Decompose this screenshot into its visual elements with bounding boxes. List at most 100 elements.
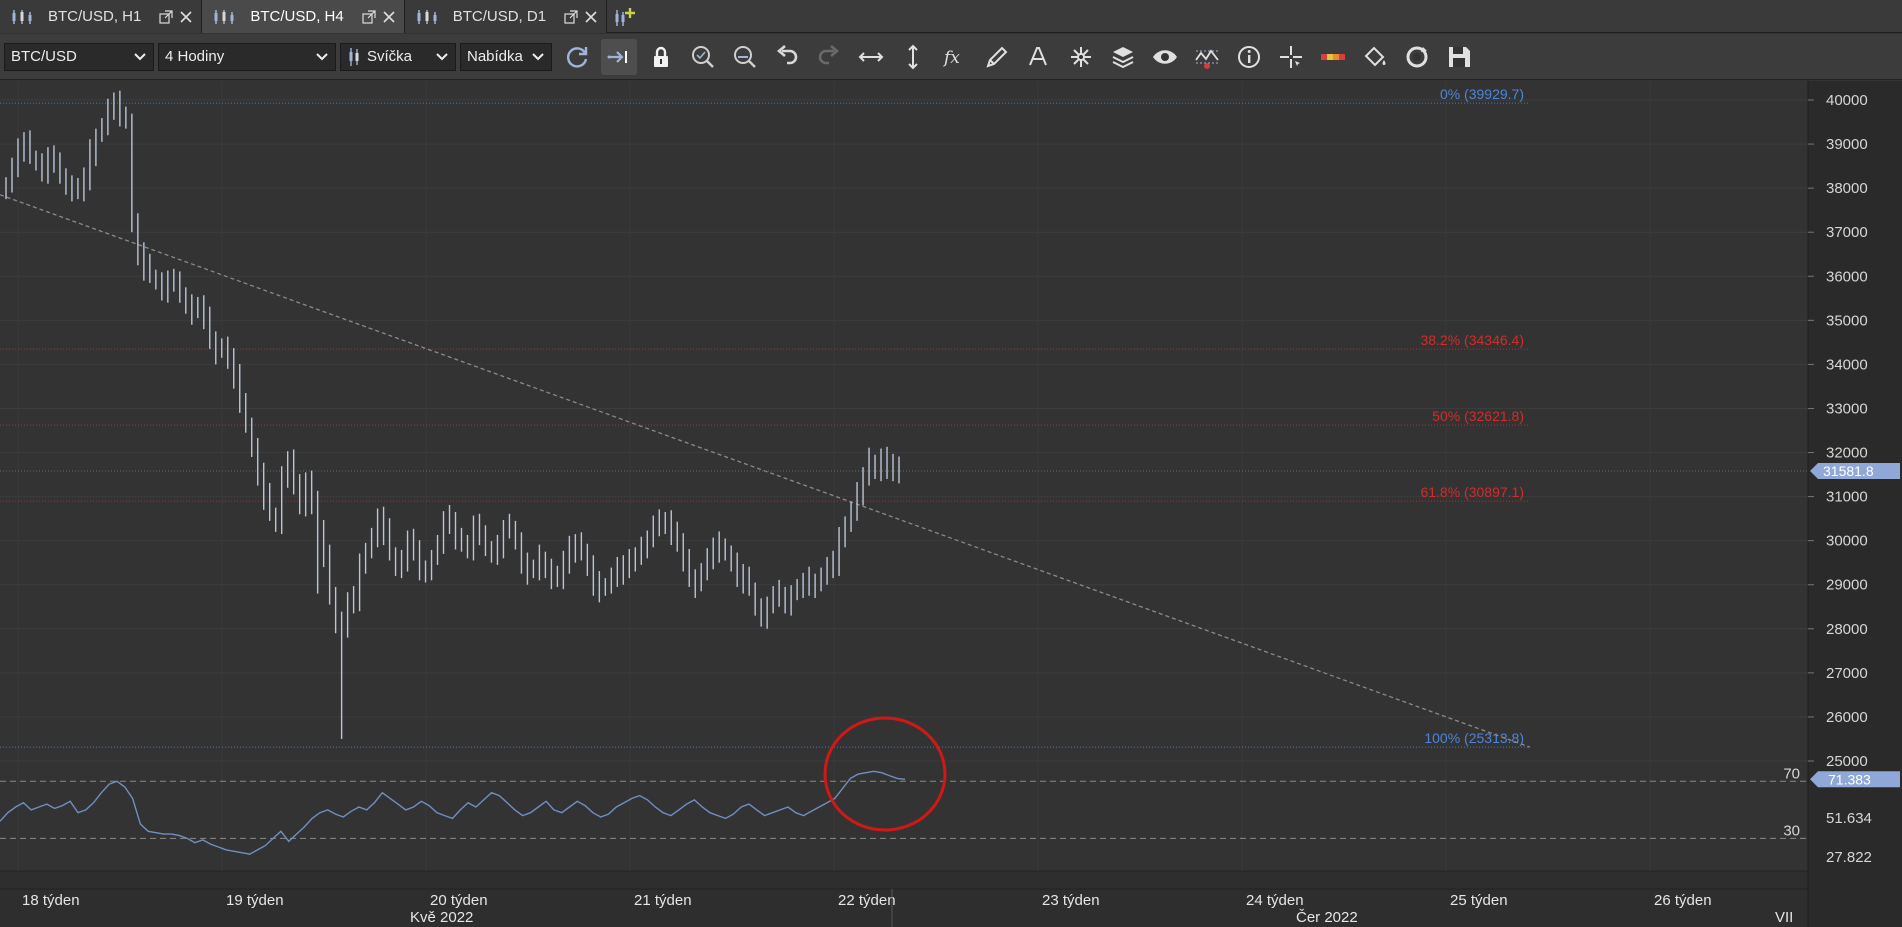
close-icon[interactable] <box>177 8 195 26</box>
price-tick-label: 28000 <box>1826 621 1868 638</box>
symbol-value: BTC/USD <box>11 48 77 65</box>
signals-button[interactable] <box>1189 39 1225 75</box>
auto-scroll-icon <box>607 50 627 63</box>
colors-button[interactable] <box>1315 39 1351 75</box>
refresh-icon <box>566 46 588 68</box>
indicators-fx-icon: fx <box>942 48 960 68</box>
colors-icon <box>1321 53 1345 60</box>
lock-button[interactable] <box>643 39 679 75</box>
detach-icon[interactable] <box>157 8 175 26</box>
vertical-scale-icon <box>908 44 918 69</box>
price-tick-label: 36000 <box>1826 268 1868 285</box>
svg-text:fx: fx <box>942 48 960 68</box>
visibility-eye-icon <box>1153 49 1177 64</box>
new-chart-tab-button[interactable] <box>607 0 641 33</box>
candle-type-icon <box>349 47 359 66</box>
price-tick-label: 37000 <box>1826 224 1868 241</box>
crosshair-icon <box>1280 45 1302 68</box>
price-tick-label: 40000 <box>1826 92 1868 109</box>
tab-label: BTC/USD, D1 <box>452 8 547 25</box>
timeframe-value: 4 Hodiny <box>165 48 225 65</box>
refresh-button[interactable] <box>559 39 595 75</box>
lock-icon <box>654 46 668 67</box>
undo-button[interactable] <box>769 39 805 75</box>
chevron-down-icon <box>436 52 448 60</box>
rsi-tick-label: 27.822 <box>1826 849 1872 866</box>
price-tick-label: 34000 <box>1826 356 1868 373</box>
zoom-out-button[interactable] <box>727 39 763 75</box>
symbol-select[interactable]: BTC/USD <box>4 42 154 71</box>
price-tick-label: 33000 <box>1826 400 1868 417</box>
trading-app: BTC/USD, H1 BTC/USD, H4 BTC/USD, D1 BTC/… <box>0 0 1902 927</box>
layers-icon <box>1112 46 1134 68</box>
objects-button[interactable] <box>1063 39 1099 75</box>
candlestick-icon <box>417 9 437 24</box>
fib-level-label: 61.8% (30897.1) <box>1420 484 1524 500</box>
price-pane <box>0 81 1808 761</box>
close-icon[interactable] <box>582 8 600 26</box>
timeframe-select[interactable]: 4 Hodiny <box>158 42 336 71</box>
price-side-select[interactable]: Nabídka <box>460 42 552 71</box>
close-icon[interactable] <box>380 8 398 26</box>
price-tick-label: 30000 <box>1826 533 1868 550</box>
redo-icon <box>818 44 840 64</box>
reset-button[interactable] <box>1399 39 1435 75</box>
price-side-value: Nabídka <box>467 48 523 65</box>
detach-icon[interactable] <box>360 8 378 26</box>
tab-label: BTC/USD, H4 <box>250 8 344 25</box>
visibility-button[interactable] <box>1147 39 1183 75</box>
reset-icon <box>1406 46 1428 67</box>
chart-tab-bar: BTC/USD, H1 BTC/USD, H4 BTC/USD, D1 <box>0 0 1902 33</box>
fib-level-label: 38.2% (34346.4) <box>1420 332 1524 348</box>
paint-bucket-button[interactable] <box>1357 39 1393 75</box>
week-tick-label: 23 týden <box>1042 892 1100 909</box>
objects-icon <box>1071 46 1091 67</box>
tab-btcusd-h1[interactable]: BTC/USD, H1 <box>0 0 203 33</box>
candlestick-icon <box>214 9 234 24</box>
chevron-down-icon <box>316 52 328 60</box>
pencil-draw-icon <box>986 46 1008 68</box>
redo-button[interactable] <box>811 39 847 75</box>
month-tick-label: Kvě 2022 <box>410 909 473 926</box>
save-icon <box>1449 46 1470 67</box>
horizontal-scale-button[interactable] <box>853 39 889 75</box>
week-tick-label: 21 týden <box>634 892 692 909</box>
chart-area[interactable]: 0% (39929.7) 38.2% (34346.4) 50% (32621.8)… <box>0 81 1902 927</box>
detach-icon[interactable] <box>562 8 580 26</box>
text-tool-button[interactable] <box>1021 39 1057 75</box>
draw-button[interactable] <box>979 39 1015 75</box>
signals-icon <box>1195 48 1219 69</box>
price-tick-label: 31000 <box>1826 489 1868 506</box>
fib-level-label: 0% (39929.7) <box>1440 86 1524 102</box>
auto-scroll-button[interactable] <box>601 38 637 75</box>
horizontal-scale-icon <box>858 51 884 62</box>
rsi-pane <box>0 762 1808 871</box>
zoom-in-button[interactable] <box>685 39 721 75</box>
price-tick-label: 25000 <box>1826 753 1868 770</box>
tab-btcusd-h4[interactable]: BTC/USD, H4 <box>202 0 405 33</box>
rsi-current-value: 71.383 <box>1828 771 1871 787</box>
chart-toolbar: BTC/USD 4 Hodiny Svíčka Nabídka fx <box>0 34 1902 80</box>
vertical-scale-button[interactable] <box>895 39 931 75</box>
week-tick-label: 26 týden <box>1654 892 1712 909</box>
fib-level-label: 50% (32621.8) <box>1432 408 1524 424</box>
info-icon <box>1238 45 1260 68</box>
tab-btcusd-d1[interactable]: BTC/USD, D1 <box>404 0 608 33</box>
price-chart[interactable]: 0% (39929.7) 38.2% (34346.4) 50% (32621.8)… <box>0 81 1902 927</box>
chevron-down-icon <box>134 52 146 60</box>
undo-icon <box>776 44 798 64</box>
week-tick-label: 25 týden <box>1450 892 1508 909</box>
chart-type-select[interactable]: Svíčka <box>340 42 456 71</box>
new-chart-icon <box>615 7 636 26</box>
info-button[interactable] <box>1231 39 1267 75</box>
save-button[interactable] <box>1441 39 1477 75</box>
week-tick-label: 20 týden <box>430 892 488 909</box>
text-tool-icon <box>1029 46 1047 65</box>
fib-level-label: 100% (25313.8) <box>1424 730 1524 746</box>
indicators-button[interactable]: fx <box>937 39 973 75</box>
price-tick-label: 35000 <box>1826 312 1868 329</box>
rsi-level-label: 30 <box>1783 822 1800 839</box>
layers-button[interactable] <box>1105 39 1141 75</box>
current-price-value: 31581.8 <box>1823 463 1874 479</box>
crosshair-button[interactable] <box>1273 39 1309 75</box>
